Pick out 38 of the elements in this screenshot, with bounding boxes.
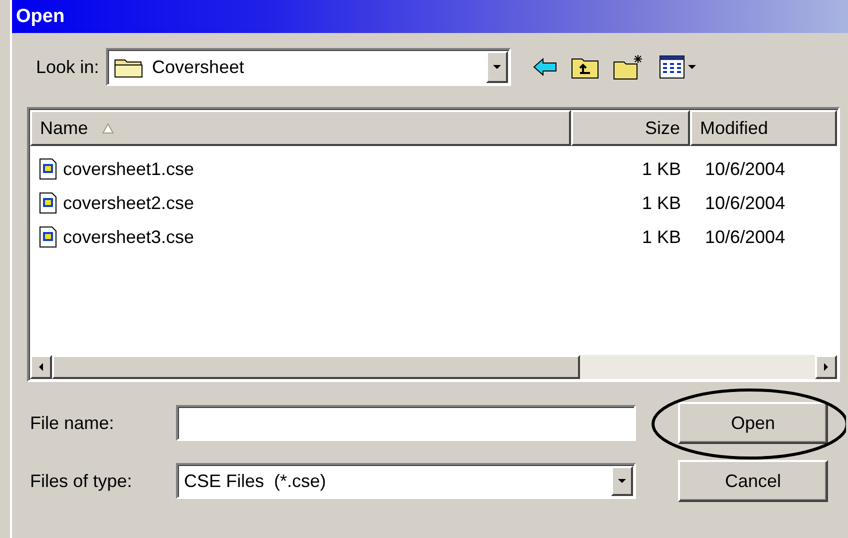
caret-icon [617, 478, 627, 484]
file-type-label: Files of type: [30, 470, 134, 492]
column-header[interactable]: Name [30, 110, 571, 146]
file-name: coversheet2.cse [63, 192, 194, 214]
file-date: 10/6/2004 [705, 226, 786, 246]
file-date: 10/6/2004 [705, 158, 786, 178]
file-type-dropdown[interactable]: CSE Files (*.cse) [176, 463, 636, 499]
file-size: 1 KB [642, 226, 681, 246]
file-name: coversheet1.cse [63, 158, 194, 180]
left-arrow-icon[interactable] [38, 362, 44, 372]
file-name-label: File name: [30, 412, 116, 434]
cancel-button[interactable]: Cancel [678, 460, 828, 502]
file-row[interactable]: coversheet2.cse 1 KB 10/6/2004 [29, 186, 838, 220]
back-arrow-icon[interactable] [533, 58, 558, 76]
dropdown-button[interactable] [486, 51, 508, 83]
caret-icon [492, 64, 502, 70]
open-button[interactable]: Open [678, 402, 828, 444]
file-date: 10/6/2004 [705, 192, 786, 212]
file-name: coversheet3.cse [63, 226, 194, 248]
file-row[interactable]: coversheet3.cse 1 KB 10/6/2004 [29, 220, 838, 254]
file-icon [39, 192, 57, 214]
dropdown-button[interactable] [611, 466, 633, 496]
column-header[interactable]: Modified [690, 110, 837, 146]
horizontal-scrollbar[interactable] [30, 355, 837, 379]
look-in-label: Look in: [36, 56, 100, 78]
file-icon [39, 226, 57, 248]
file-name-field[interactable] [176, 405, 636, 441]
file-size: 1 KB [642, 158, 681, 178]
file-icon [39, 158, 57, 180]
column-header[interactable]: Size [571, 110, 690, 146]
view-menu-icon[interactable] [659, 55, 698, 79]
file-type-value: CSE Files (*.cse) [184, 470, 328, 492]
right-arrow-icon[interactable] [823, 362, 829, 372]
file-size: 1 KB [642, 192, 681, 212]
look-in-value: Coversheet [152, 56, 246, 78]
window-title: Open [16, 6, 65, 28]
file-row[interactable]: coversheet1.cse 1 KB 10/6/2004 [29, 152, 838, 186]
look-in-dropdown[interactable]: Coversheet [106, 48, 512, 86]
